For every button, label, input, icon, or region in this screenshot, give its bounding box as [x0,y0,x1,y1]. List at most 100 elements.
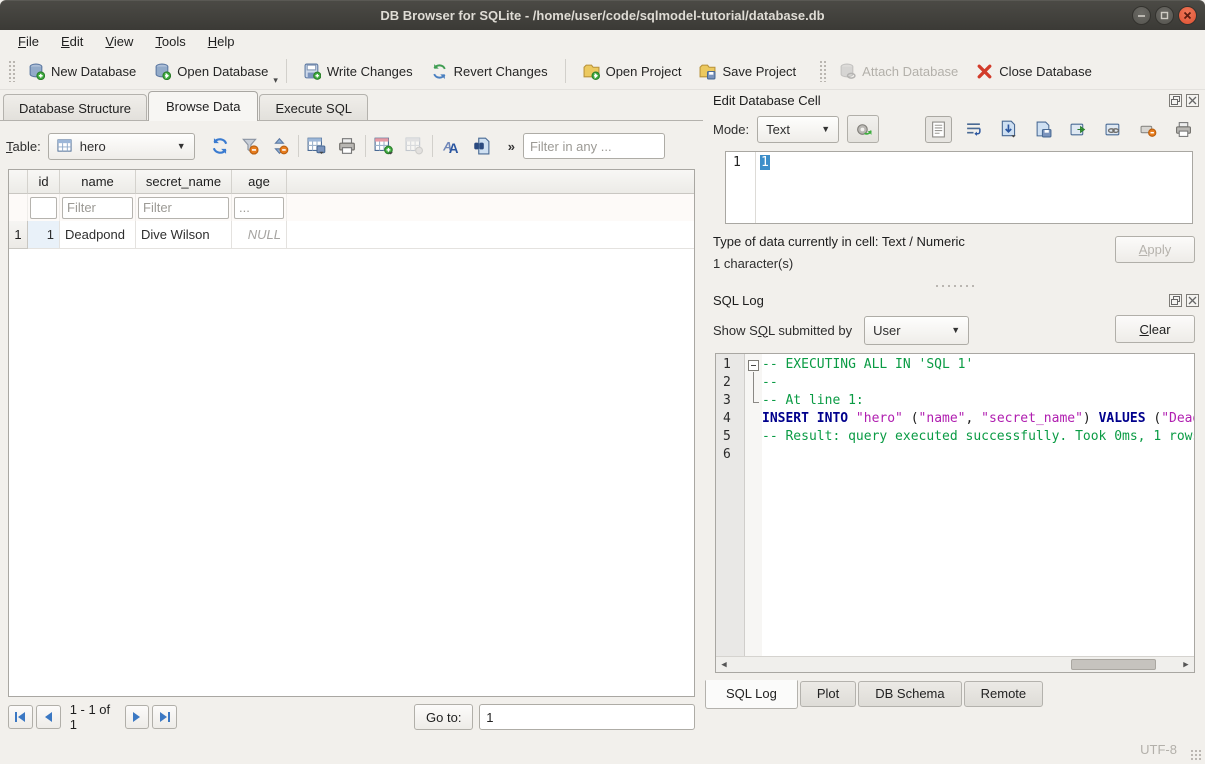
open-database-dropdown-icon[interactable]: ▾ [273,75,278,89]
tab-remote[interactable]: Remote [964,681,1044,707]
tab-execute-sql[interactable]: Execute SQL [259,94,368,121]
last-record-button[interactable] [152,705,177,729]
menu-view[interactable]: View [95,32,143,51]
print-cell-button[interactable] [1170,116,1197,143]
tab-plot[interactable]: Plot [800,681,856,707]
sql-log-editor[interactable]: 123456 -- EXECUTING ALL IN 'SQL 1'---- A… [715,353,1195,673]
menu-tools[interactable]: Tools [145,32,195,51]
row-number-cell[interactable]: 1 [9,221,28,249]
scrollbar-thumb[interactable] [1071,659,1156,670]
refresh-button[interactable] [205,133,235,159]
status-bar: UTF-8 [0,737,1205,764]
goto-button[interactable]: Go to: [414,704,473,730]
toolbar-overflow-chevron[interactable]: » [508,139,515,154]
minimize-icon[interactable] [1132,6,1151,25]
text-view-button[interactable] [925,116,952,143]
dock-splitter[interactable] [705,282,1205,289]
toolbar-handle[interactable] [819,60,826,82]
menu-bar: File Edit View Tools Help [0,30,1205,53]
delete-record-button[interactable] [399,133,429,159]
save-table-button[interactable] [302,133,332,159]
open-database-button[interactable]: Open Database [145,58,277,85]
revert-changes-button[interactable]: Revert Changes [422,58,557,85]
toolbar-handle[interactable] [8,60,15,82]
find-button[interactable] [466,133,496,159]
scroll-left-icon[interactable]: ◀ [716,657,732,672]
sql-log-dock-titlebar[interactable]: SQL Log [705,289,1205,311]
dock-close-icon[interactable] [1186,94,1199,107]
previous-record-button[interactable] [36,705,61,729]
edit-cell-dock-titlebar[interactable]: Edit Database Cell [705,89,1205,111]
menu-edit[interactable]: Edit [51,32,93,51]
cell-name[interactable]: Deadpond [60,221,136,249]
chevron-down-icon: ▼ [951,325,960,335]
dock-close-icon[interactable] [1186,294,1199,307]
auto-apply-button[interactable] [847,115,879,143]
clear-filters-button[interactable] [235,133,265,159]
dock-float-icon[interactable] [1169,294,1182,307]
filter-any-input[interactable] [523,133,665,159]
word-wrap-button[interactable] [960,116,987,143]
cell-editor-value: 1 [760,155,770,170]
new-database-button[interactable]: New Database [19,58,145,85]
export-cell-data-button[interactable] [1030,116,1057,143]
apply-button[interactable]: Apply [1115,236,1195,263]
open-project-button[interactable]: Open Project [574,58,691,85]
data-grid: id name secret_name age 1 1 Deadpond Div… [8,169,695,697]
sql-log-controls: Show SQL submitted by User ▼ Clear [705,311,1205,349]
next-record-button[interactable] [125,705,150,729]
tab-database-structure[interactable]: Database Structure [3,94,147,121]
sql-log-line: -- EXECUTING ALL IN 'SQL 1' [762,357,1194,375]
sql-log-lines: -- EXECUTING ALL IN 'SQL 1'---- At line … [762,357,1194,465]
resize-grip[interactable] [1190,749,1202,761]
filter-input-age[interactable] [234,197,284,219]
column-header-secret-name[interactable]: secret_name [136,170,232,194]
attach-database-button[interactable]: Attach Database [830,58,967,85]
corner-header[interactable] [9,170,28,194]
cell-age[interactable]: NULL [232,221,287,249]
print-table-button[interactable] [332,133,362,159]
menu-file[interactable]: File [8,32,49,51]
clear-sorting-button[interactable] [265,133,295,159]
cell-editor[interactable]: 1 1 [725,151,1193,224]
tab-db-schema[interactable]: DB Schema [858,681,961,707]
title-bar[interactable]: DB Browser for SQLite - /home/user/code/… [0,0,1205,30]
open-external-button[interactable] [1065,116,1092,143]
column-header-id[interactable]: id [28,170,60,194]
first-record-button[interactable] [8,705,33,729]
maximize-icon[interactable] [1155,6,1174,25]
set-null-button[interactable] [1135,116,1162,143]
mode-select[interactable]: Text ▼ [757,116,839,143]
import-cell-data-button[interactable] [995,116,1022,143]
write-changes-button[interactable]: Write Changes [295,58,422,85]
clear-log-button[interactable]: Clear [1115,315,1195,343]
dock-float-icon[interactable] [1169,94,1182,107]
scroll-right-icon[interactable]: ▶ [1178,657,1194,672]
fold-collapse-icon[interactable] [748,360,759,371]
table-label: Table: [6,139,41,154]
browse-controls: Table: hero ▼ AA » [6,132,698,160]
sql-log-dock-title: SQL Log [713,293,764,308]
column-header-name[interactable]: name [60,170,136,194]
new-database-icon [28,63,45,80]
close-database-button[interactable]: Close Database [967,58,1101,85]
filter-input-secret-name[interactable] [138,197,229,219]
goto-input[interactable] [479,704,695,730]
insert-record-button[interactable] [369,133,399,159]
show-sql-select[interactable]: User ▼ [864,316,969,345]
copy-link-button[interactable] [1100,116,1127,143]
save-project-button[interactable]: Save Project [690,58,805,85]
tab-browse-data[interactable]: Browse Data [148,91,258,121]
filter-input-name[interactable] [62,197,133,219]
close-database-icon [976,63,993,80]
filter-input-id[interactable] [30,197,57,219]
table-select[interactable]: hero ▼ [48,133,195,160]
close-icon[interactable] [1178,6,1197,25]
menu-help[interactable]: Help [198,32,245,51]
tab-sql-log[interactable]: SQL Log [705,680,798,709]
font-button[interactable]: AA [436,133,466,159]
column-header-age[interactable]: age [232,170,287,194]
horizontal-scrollbar[interactable]: ◀ ▶ [716,656,1194,672]
cell-id[interactable]: 1 [28,221,60,249]
cell-secret-name[interactable]: Dive Wilson [136,221,232,249]
